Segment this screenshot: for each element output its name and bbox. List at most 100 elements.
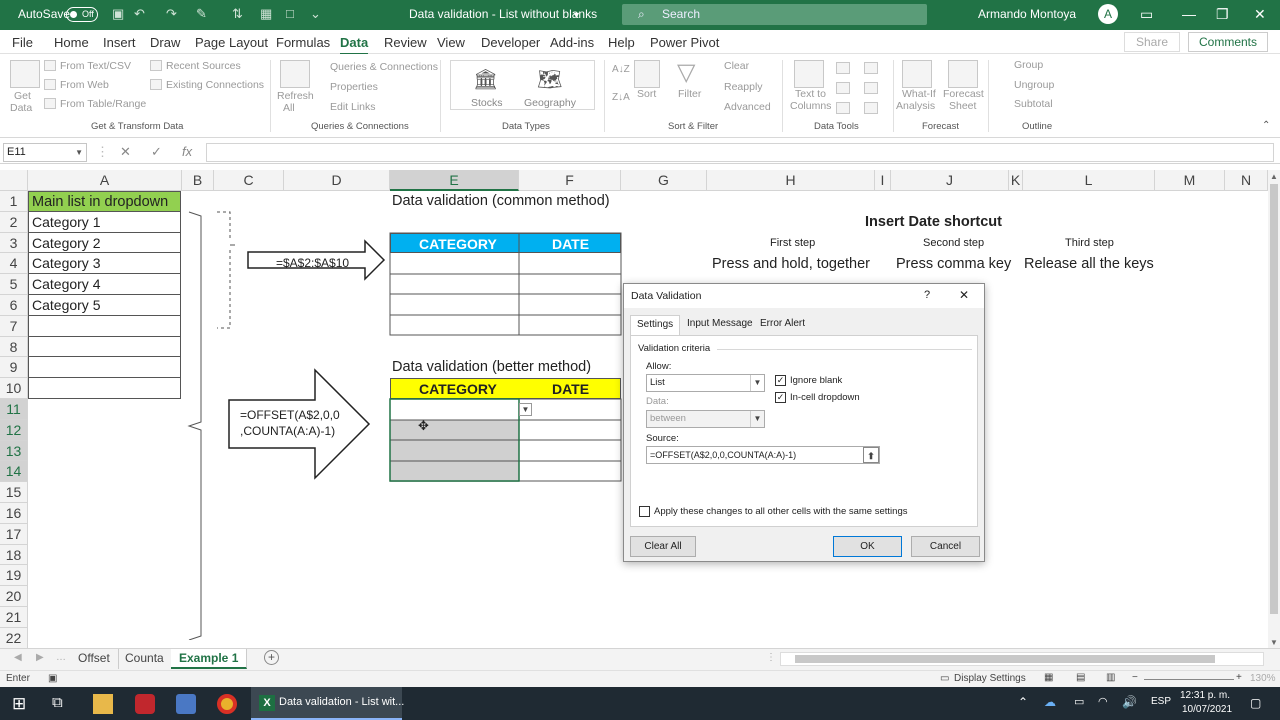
sort-a-z-button[interactable]: A↓Z: [612, 64, 630, 75]
what-if-label[interactable]: What-If: [902, 88, 936, 100]
tab-insert[interactable]: Insert: [103, 35, 136, 50]
row-header[interactable]: 8: [0, 336, 28, 358]
collapse-dialog-icon[interactable]: ⬆: [863, 447, 879, 463]
column-header-a[interactable]: A: [28, 170, 182, 191]
row-header[interactable]: 4: [0, 253, 28, 275]
stocks-button[interactable]: Stocks: [471, 97, 503, 109]
clock-time[interactable]: 12:31 p. m.: [1180, 690, 1230, 701]
name-box[interactable]: E11 ▼: [3, 143, 87, 162]
vertical-scrollbar[interactable]: ▲ ▼: [1268, 170, 1280, 650]
chrome-icon[interactable]: [217, 694, 237, 714]
shape-qat-icon[interactable]: □: [286, 6, 294, 21]
queries-connections-button[interactable]: Queries & Connections: [330, 61, 438, 73]
advanced-button[interactable]: Advanced: [724, 101, 771, 113]
column-header-e[interactable]: E: [390, 170, 519, 191]
consolidate-icon[interactable]: [864, 62, 878, 74]
list-item-empty[interactable]: [28, 336, 181, 358]
apply-all-label[interactable]: Apply these changes to all other cells w…: [654, 506, 907, 517]
remove-duplicates-icon[interactable]: [836, 82, 850, 94]
zoom-out-icon[interactable]: −: [1132, 672, 1138, 683]
from-table-button[interactable]: From Table/Range: [60, 98, 146, 110]
tab-page-layout[interactable]: Page Layout: [195, 35, 268, 50]
column-header-d[interactable]: D: [284, 170, 390, 191]
what-if-icon[interactable]: [902, 60, 932, 88]
source-input[interactable]: =OFFSET(A$2,0,0,COUNTA(A:A)-1) ⬆: [646, 446, 880, 464]
row-header[interactable]: 7: [0, 315, 28, 337]
column-header-h[interactable]: H: [707, 170, 875, 191]
list-item[interactable]: Category 4: [28, 274, 181, 295]
row-header[interactable]: 17: [0, 523, 28, 545]
comments-button[interactable]: Comments: [1188, 32, 1268, 52]
page-break-view-icon[interactable]: ▥: [1106, 672, 1115, 683]
windows-start-icon[interactable]: ⊞: [12, 694, 26, 714]
tab-error-alert[interactable]: Error Alert: [754, 315, 811, 335]
row-header[interactable]: 11: [0, 399, 28, 420]
notifications-icon[interactable]: ▢: [1250, 696, 1261, 710]
select-all-corner[interactable]: [0, 170, 28, 191]
list-item-empty[interactable]: [28, 378, 181, 399]
sort-button[interactable]: Sort: [637, 88, 656, 100]
ribbon-display-icon[interactable]: ▭: [1140, 6, 1153, 23]
autosave-toggle[interactable]: Off: [66, 7, 98, 22]
row-header[interactable]: 6: [0, 295, 28, 316]
stocks-icon[interactable]: 🏛: [473, 67, 498, 92]
dialog-help-button[interactable]: ?: [924, 289, 930, 301]
tab-file[interactable]: File: [12, 35, 33, 50]
allow-select[interactable]: List ▼: [646, 374, 765, 392]
column-header-k[interactable]: K: [1009, 170, 1023, 191]
row-header[interactable]: 10: [0, 378, 28, 399]
column-header-g[interactable]: G: [621, 170, 707, 191]
sort-z-a-button[interactable]: Z↓A: [612, 92, 630, 103]
row-header[interactable]: 19: [0, 565, 28, 587]
from-text-csv-button[interactable]: From Text/CSV: [60, 60, 131, 72]
column-header-j[interactable]: J: [891, 170, 1009, 191]
display-settings-button[interactable]: Display Settings: [954, 673, 1026, 684]
list-item[interactable]: Category 1: [28, 211, 181, 233]
restore-icon[interactable]: ❐: [1216, 6, 1229, 23]
taskbar-excel-button[interactable]: X Data validation - List wit...: [251, 687, 404, 720]
what-if-label-2[interactable]: Analysis: [896, 100, 935, 112]
horizontal-scrollbar[interactable]: [780, 652, 1264, 666]
existing-connections-button[interactable]: Existing Connections: [166, 79, 264, 91]
add-sheet-icon[interactable]: +: [264, 650, 279, 665]
user-name[interactable]: Armando Montoya: [978, 7, 1076, 21]
formula-input[interactable]: [206, 143, 1274, 162]
tab-home[interactable]: Home: [54, 35, 89, 50]
format-painter-icon[interactable]: ✎: [196, 6, 207, 22]
filter-button[interactable]: Filter: [678, 88, 701, 100]
tabs-splitter-icon[interactable]: ⋮: [766, 652, 776, 663]
row-header[interactable]: 5: [0, 274, 28, 295]
tab-input-message[interactable]: Input Message: [681, 315, 759, 335]
tab-review[interactable]: Review: [384, 35, 427, 50]
relationships-icon[interactable]: [864, 82, 878, 94]
minimize-icon[interactable]: —: [1182, 6, 1196, 22]
column-header-c[interactable]: C: [214, 170, 284, 191]
column-header-i[interactable]: I: [875, 170, 891, 191]
cancel-button[interactable]: Cancel: [911, 536, 980, 557]
page-layout-view-icon[interactable]: ▤: [1076, 672, 1085, 683]
filter-icon[interactable]: ▽: [677, 58, 695, 87]
geography-icon[interactable]: 🗺: [537, 67, 562, 92]
tab-add-ins[interactable]: Add-ins: [550, 35, 594, 50]
dialog-titlebar[interactable]: Data Validation ? ✕: [624, 284, 984, 308]
sheet-tab-counta[interactable]: Counta: [117, 649, 173, 669]
refresh-all-label-2[interactable]: All: [283, 102, 295, 114]
save-icon[interactable]: ▣: [112, 6, 124, 22]
in-cell-dropdown-label[interactable]: In-cell dropdown: [790, 392, 860, 403]
ignore-blank-label[interactable]: Ignore blank: [790, 375, 842, 386]
scroll-thumb[interactable]: [1270, 184, 1278, 614]
subtotal-button[interactable]: Subtotal: [1014, 98, 1053, 110]
text-to-columns-label[interactable]: Text to: [795, 88, 826, 100]
get-data-label-2[interactable]: Data: [10, 102, 32, 114]
row-header[interactable]: 22: [0, 627, 28, 649]
ok-button[interactable]: OK: [833, 536, 902, 557]
refresh-all-label[interactable]: Refresh: [277, 90, 314, 102]
tab-settings[interactable]: Settings: [630, 315, 681, 336]
cell-dropdown-arrow-icon[interactable]: ▼: [519, 403, 532, 416]
row-header[interactable]: 13: [0, 440, 28, 462]
row-header[interactable]: 9: [0, 357, 28, 379]
normal-view-icon[interactable]: ▦: [1044, 672, 1053, 683]
row-header[interactable]: 18: [0, 544, 28, 566]
task-view-icon[interactable]: ⧉: [52, 694, 63, 711]
sort-qat-icon[interactable]: ⇅: [232, 6, 243, 22]
